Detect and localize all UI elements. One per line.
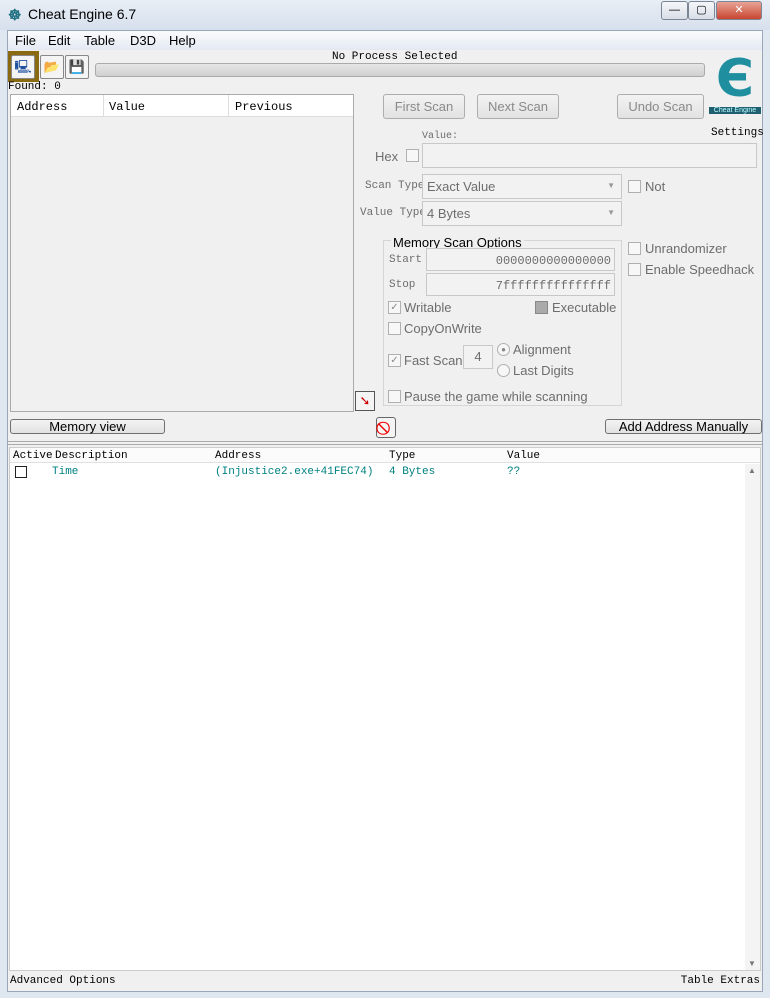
menu-edit[interactable]: Edit	[48, 33, 70, 48]
col-address[interactable]: Address	[17, 100, 67, 114]
window-title: Cheat Engine 6.7	[28, 6, 137, 22]
main-window: File Edit Table D3D Help 🖳 📂 💾 No Proces…	[7, 30, 764, 992]
last-digits-label: Last Digits	[513, 363, 574, 378]
unrandomizer-label: Unrandomizer	[645, 241, 727, 256]
speedhack-checkbox[interactable]	[628, 263, 641, 276]
folder-open-icon: 📂	[43, 59, 61, 74]
settings-link[interactable]: Settings	[711, 127, 764, 139]
results-list[interactable]: Address Value Previous	[10, 94, 354, 412]
copyonwrite-label: CopyOnWrite	[404, 321, 482, 336]
copyonwrite-checkbox[interactable]	[388, 322, 401, 335]
memory-view-button[interactable]: Memory view	[10, 419, 165, 434]
value-input[interactable]	[422, 143, 757, 168]
stop-label: Stop	[389, 279, 416, 291]
writable-label: Writable	[404, 300, 452, 315]
menu-d3d[interactable]: D3D	[130, 33, 156, 48]
minimize-button[interactable]: —	[661, 1, 688, 20]
splitter[interactable]	[8, 441, 762, 445]
stop-address-input[interactable]: 7fffffffffffffff	[426, 273, 615, 296]
address-table[interactable]: Active Description Address Type Value Ti…	[9, 447, 761, 971]
scroll-up-icon[interactable]: ▲	[748, 466, 756, 475]
chevron-down-icon: ▼	[607, 208, 615, 217]
add-to-list-arrow-button[interactable]: ➘	[355, 391, 375, 411]
entry-value: ??	[507, 466, 521, 478]
table-extras-link[interactable]: Table Extras	[681, 975, 760, 987]
pause-game-label: Pause the game while scanning	[404, 389, 588, 404]
close-button[interactable]: ✕	[716, 1, 762, 20]
col-description[interactable]: Description	[55, 450, 128, 462]
maximize-button[interactable]: ▢	[688, 1, 715, 20]
save-file-button[interactable]: 💾	[65, 55, 89, 79]
floppy-disk-icon: 💾	[68, 59, 86, 74]
menu-bar: File Edit Table D3D Help	[8, 31, 762, 50]
col-previous[interactable]: Previous	[235, 100, 293, 114]
scroll-down-icon[interactable]: ▼	[748, 959, 756, 968]
undo-scan-button[interactable]: Undo Scan	[617, 94, 704, 119]
col-address[interactable]: Address	[215, 450, 261, 462]
start-address-input[interactable]: 0000000000000000	[426, 248, 615, 271]
process-label: No Process Selected	[332, 51, 458, 63]
open-file-button[interactable]: 📂	[40, 55, 64, 79]
logo-icon: Є	[715, 49, 755, 109]
first-scan-button[interactable]: First Scan	[383, 94, 465, 119]
computer-search-icon: 🖳	[14, 59, 32, 74]
menu-table[interactable]: Table	[84, 33, 115, 48]
pause-game-checkbox[interactable]	[388, 390, 401, 403]
not-label: Not	[645, 179, 666, 194]
scan-type-value: Exact Value	[427, 179, 496, 194]
entry-description: Time	[52, 466, 79, 478]
advanced-options-link[interactable]: Advanced Options	[10, 975, 116, 987]
address-table-header: Active Description Address Type Value	[10, 448, 760, 463]
active-checkbox[interactable]	[15, 466, 27, 478]
menu-file[interactable]: File	[15, 33, 36, 48]
logo-text: Cheat Engine	[709, 107, 761, 114]
speedhack-label: Enable Speedhack	[645, 262, 755, 277]
vertical-scrollbar[interactable]: ▲ ▼	[745, 464, 760, 970]
next-scan-button[interactable]: Next Scan	[477, 94, 559, 119]
last-digits-radio[interactable]	[497, 364, 510, 377]
fast-scan-label: Fast Scan	[404, 353, 463, 368]
scan-progress-bar	[95, 63, 705, 77]
scan-type-label: Scan Type	[365, 180, 425, 192]
unrandomizer-checkbox[interactable]	[628, 242, 641, 255]
value-type-label: Value Type	[360, 207, 427, 219]
not-checkbox[interactable]	[628, 180, 641, 193]
entry-address: (Injustice2.exe+41FEC74)	[215, 466, 374, 478]
chevron-down-icon: ▼	[607, 181, 615, 190]
value-type-value: 4 Bytes	[427, 206, 471, 221]
entry-type: 4 Bytes	[389, 466, 436, 478]
scan-type-select[interactable]: Exact Value ▼	[422, 174, 622, 199]
executable-label: Executable	[552, 300, 617, 315]
col-type[interactable]: Type	[389, 450, 415, 462]
value-label: Value:	[422, 131, 459, 142]
stop-scan-button[interactable]: ⃠	[376, 417, 396, 438]
cheat-engine-logo[interactable]: Є Cheat Engine	[709, 51, 761, 119]
add-address-manually-button[interactable]: Add Address Manually	[605, 419, 762, 434]
col-active[interactable]: Active	[13, 450, 53, 462]
arrow-down-right-icon: ➘	[359, 393, 371, 408]
menu-help[interactable]: Help	[169, 33, 196, 48]
col-value[interactable]: Value	[507, 450, 540, 462]
app-icon: ☸	[8, 7, 22, 24]
memory-scan-options-group: Memory Scan Options Start 00000000000000…	[383, 235, 622, 406]
fast-scan-input[interactable]: 4	[463, 345, 493, 369]
executable-checkbox[interactable]	[535, 301, 548, 314]
hex-label: Hex	[375, 149, 399, 164]
col-value[interactable]: Value	[109, 100, 145, 114]
start-label: Start	[389, 254, 423, 266]
writable-checkbox[interactable]: ✓	[388, 301, 401, 314]
title-bar: ☸ Cheat Engine 6.7 — ▢ ✕	[0, 0, 770, 30]
table-row[interactable]: Time (Injustice2.exe+41FEC74) 4 Bytes ??	[10, 465, 745, 479]
fast-scan-checkbox[interactable]: ✓	[388, 354, 401, 367]
value-type-select[interactable]: 4 Bytes ▼	[422, 201, 622, 226]
select-process-button[interactable]: 🖳	[11, 55, 35, 79]
found-count: Found: 0	[8, 81, 61, 93]
hex-checkbox[interactable]	[406, 149, 419, 162]
alignment-label: Alignment	[513, 342, 571, 357]
alignment-radio[interactable]: ●	[497, 343, 510, 356]
results-header: Address Value Previous	[11, 95, 353, 117]
